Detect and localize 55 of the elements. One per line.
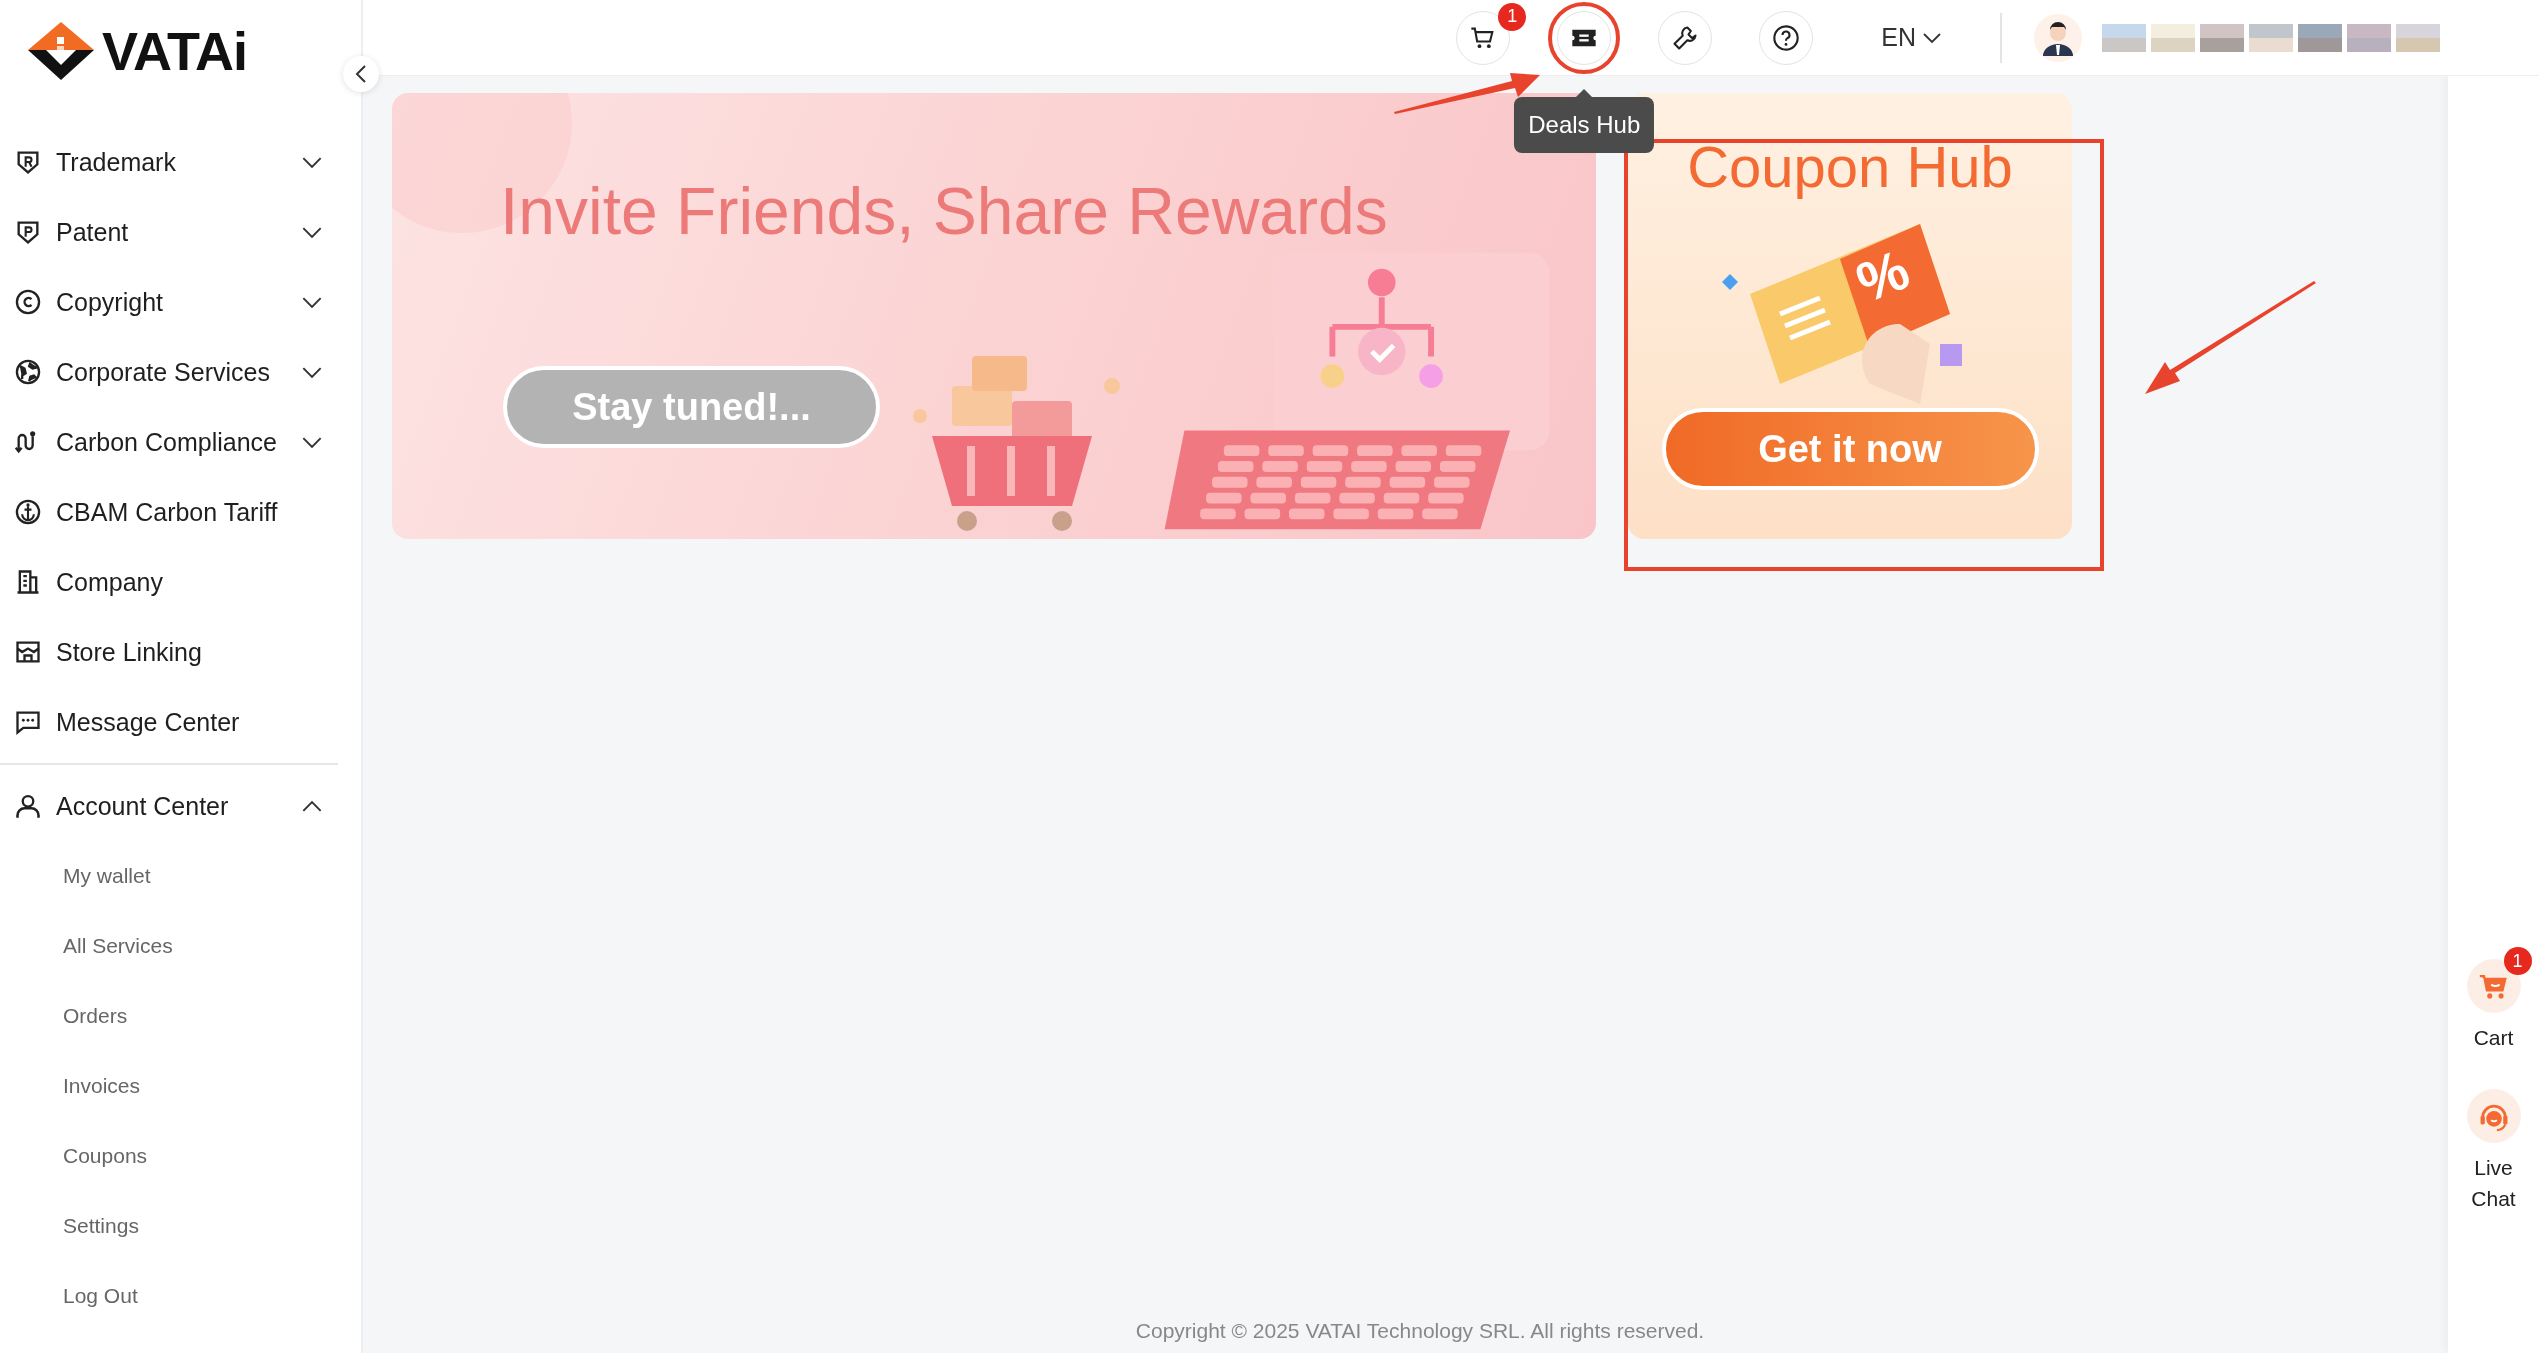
avatar-icon[interactable] (2034, 13, 2082, 62)
rail-button[interactable]: Live Chat (2453, 1077, 2534, 1215)
chevron-down-icon (301, 225, 323, 239)
copyright-icon (14, 288, 42, 316)
chevron-up-icon (301, 799, 323, 813)
sidebar-item-label: Patent (56, 217, 130, 247)
globe-icon (14, 358, 42, 386)
chevron-left-icon (355, 64, 367, 84)
sidebar-item[interactable]: Message Center (0, 687, 361, 757)
sidebar-subitem[interactable]: My wallet (0, 841, 361, 911)
collapse-sidebar-button[interactable] (343, 56, 379, 92)
sidebar-item[interactable]: Carbon Compliance (0, 407, 361, 477)
chevron-down-icon (301, 295, 323, 309)
sidebar-item-label: CBAM Carbon Tariff (56, 497, 279, 527)
sidebar-item-label: Message Center (56, 707, 241, 737)
sidebar-subitem[interactable]: Coupons (0, 1121, 361, 1191)
banner-title: Coupon Hub (1687, 133, 2013, 200)
logo-text: VATAi (102, 20, 247, 82)
sidebar-subitem[interactable]: All Services (0, 911, 361, 981)
badge: 1 (1498, 2, 1527, 31)
logo-icon (26, 20, 96, 82)
sidebar-item[interactable]: Copyright (0, 267, 361, 337)
tooltip-arrow (1576, 88, 1593, 97)
sidebar-item-label: Copyright (56, 287, 164, 317)
sidebar-item[interactable]: Account Center (0, 771, 361, 841)
copyright-text: Copyright © 2025 VATAI Technology SRL. All rights reserved. (1134, 1319, 1706, 1343)
sidebar-item[interactable]: CBAM Carbon Tariff (0, 477, 361, 547)
sidebar-item[interactable]: Corporate Services (0, 337, 361, 407)
sidebar-item-label: Trademark (56, 147, 177, 177)
banner-title: Invite Friends, Share Rewards (500, 173, 1388, 249)
sidebar-item[interactable]: Patent (0, 197, 361, 267)
chevron-down-icon (301, 365, 323, 379)
sidebar-item-label: Carbon Compliance (56, 427, 278, 457)
sidebar-item-label: Store Linking (56, 637, 203, 667)
sidebar-item[interactable]: Company (0, 547, 361, 617)
sidebar-item[interactable]: Store Linking (0, 617, 361, 687)
rail-button[interactable]: Cart 1 (2453, 947, 2534, 1054)
chevron-down-icon (1922, 31, 1942, 44)
chevron-down-icon (301, 155, 323, 169)
sidebar-subitem[interactable]: Invoices (0, 1051, 361, 1121)
user-icon (14, 792, 42, 820)
sidebar-subitem[interactable]: Log Out (0, 1261, 361, 1331)
percent-sign: % (1847, 237, 1918, 315)
help-icon (1772, 23, 1801, 52)
sidebar-item[interactable]: Trademark (0, 127, 361, 197)
sidebar-item-label: Corporate Services (56, 357, 271, 387)
sidebar-item-label: Company (56, 567, 164, 597)
anchor-icon (14, 498, 42, 526)
badge: 1 (2503, 947, 2532, 975)
chevron-down-icon (301, 435, 323, 449)
sidebar-subitem[interactable]: Settings (0, 1191, 361, 1261)
sidebar-item-label: Account Center (56, 791, 230, 821)
tooltip: Deals Hub (1514, 96, 1655, 153)
sidebar-subitem[interactable]: Orders (0, 981, 361, 1051)
language-selector[interactable]: EN (1881, 23, 1942, 52)
